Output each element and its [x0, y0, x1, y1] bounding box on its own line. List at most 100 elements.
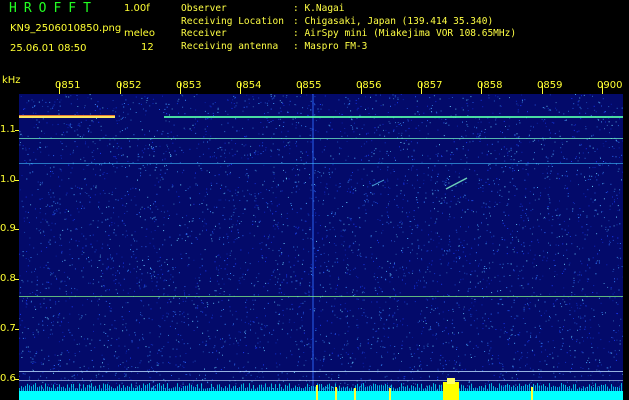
noise-dot: [210, 234, 212, 236]
noise-dot: [373, 260, 374, 262]
noise-dot: [190, 204, 192, 206]
noise-dot: [218, 265, 220, 267]
noise-dot: [395, 234, 397, 236]
noise-dot: [523, 253, 525, 255]
noise-dot: [433, 239, 435, 241]
noise-dot: [243, 352, 245, 354]
noise-dot: [332, 265, 334, 267]
noise-dot: [274, 223, 276, 225]
noise-dot: [198, 165, 200, 167]
noise-dot: [79, 187, 81, 189]
noise-dot: [60, 280, 62, 282]
noise-dot: [456, 346, 458, 348]
noise-dot: [110, 151, 112, 153]
noise-dot: [279, 353, 281, 355]
noise-dot: [367, 339, 369, 341]
noise-dot: [487, 344, 489, 346]
noise-dot: [66, 293, 68, 295]
noise-dot: [539, 279, 541, 281]
noise-dot: [349, 100, 351, 102]
noise-dot: [608, 341, 610, 343]
noise-dot: [603, 182, 605, 184]
noise-dot: [253, 321, 255, 323]
noise-dot: [244, 209, 246, 210]
noise-dot: [299, 305, 301, 307]
noise-dot: [52, 107, 53, 109]
noise-dot: [115, 107, 117, 109]
noise-dot: [275, 128, 277, 129]
noise-dot: [616, 339, 618, 341]
noise-dot: [258, 273, 260, 275]
noise-dot: [24, 373, 26, 375]
noise-dot: [159, 173, 161, 175]
noise-dot: [208, 351, 210, 353]
noise-dot: [34, 105, 36, 107]
noise-dot: [584, 238, 586, 240]
noise-dot: [31, 271, 33, 273]
noise-dot: [31, 194, 33, 196]
noise-dot: [614, 201, 615, 203]
noise-dot: [149, 354, 151, 356]
noise-dot: [455, 185, 457, 187]
noise-dot: [337, 141, 339, 143]
noise-dot: [224, 160, 226, 162]
noise-dot: [25, 149, 27, 151]
noise-dot: [484, 266, 486, 267]
noise-dot: [225, 340, 227, 342]
noise-dot: [266, 367, 268, 369]
noise-dot: [526, 357, 528, 359]
noise-dot: [530, 332, 532, 334]
noise-dot: [245, 144, 247, 146]
noise-dot: [296, 145, 298, 147]
noise-dot: [314, 184, 316, 185]
noise-dot: [283, 121, 285, 123]
noise-dot: [266, 126, 268, 128]
noise-dot: [394, 157, 395, 159]
noise-dot: [463, 313, 465, 315]
noise-dot: [67, 276, 69, 278]
noise-dot: [267, 302, 269, 304]
noise-dot: [350, 179, 352, 181]
noise-dot: [364, 287, 366, 289]
noise-dot: [414, 218, 415, 220]
noise-dot: [262, 133, 264, 135]
noise-dot: [338, 377, 340, 378]
noise-dot: [458, 176, 460, 178]
noise-dot: [603, 198, 605, 200]
noise-dot: [531, 287, 533, 289]
noise-dot: [427, 155, 429, 157]
noise-dot: [539, 332, 541, 334]
noise-dot: [296, 246, 298, 248]
noise-dot: [153, 203, 154, 205]
noise-dot: [436, 181, 438, 183]
noise-dot: [407, 238, 409, 239]
noise-dot: [199, 280, 201, 282]
noise-dot: [461, 244, 463, 246]
noise-dot: [295, 249, 297, 251]
noise-dot: [277, 148, 279, 150]
noise-dot: [566, 381, 568, 383]
noise-dot: [598, 262, 600, 264]
noise-dot: [117, 292, 118, 294]
noise-dot: [616, 224, 618, 226]
noise-dot: [286, 276, 288, 278]
noise-dot: [342, 206, 343, 207]
noise-dot: [282, 180, 284, 182]
noise-dot: [461, 135, 463, 137]
noise-dot: [323, 360, 324, 362]
noise-dot: [68, 278, 70, 280]
noise-dot: [507, 310, 509, 312]
noise-dot: [90, 131, 92, 133]
noise-dot: [434, 335, 436, 336]
noise-dot: [118, 356, 120, 358]
noise-dot: [467, 149, 469, 151]
noise-dot: [255, 277, 257, 279]
noise-dot: [141, 315, 143, 317]
noise-dot: [56, 99, 58, 100]
noise-dot: [428, 262, 430, 264]
noise-dot: [582, 299, 583, 301]
noise-dot: [108, 368, 109, 370]
noise-dot: [510, 159, 512, 161]
noise-dot: [504, 186, 506, 188]
noise-dot: [482, 190, 484, 192]
